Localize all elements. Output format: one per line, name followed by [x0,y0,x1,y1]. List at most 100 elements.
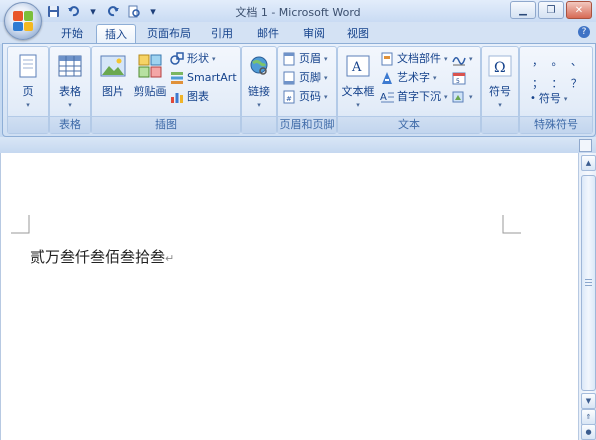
group-text-label: 文本 [338,116,480,133]
symbol-comma[interactable]: ， [528,53,547,69]
tab-references[interactable]: 引用 [204,24,240,43]
special-symbol-button[interactable]: • 符号 ▾ [530,91,567,107]
chevron-down-icon: ▾ [324,93,328,101]
wordart-icon [380,71,394,85]
vertical-scrollbar[interactable]: ▲ ▼ ⇑ ● [578,153,596,440]
wordart-button[interactable]: 艺术字 ▾ [380,70,437,86]
document-text-content: 贰万叁仟叁佰叁拾叁 [30,248,166,266]
table-button[interactable]: 表格 ▾ [51,51,89,113]
pages-button[interactable]: 页 ▾ [9,51,47,113]
signature-line-button[interactable]: ▾ [452,51,473,67]
shapes-label: 形状 [187,52,209,65]
chevron-down-icon: ▾ [563,95,568,103]
page-number-button[interactable]: # 页码 ▾ [282,89,328,105]
symbol-button[interactable]: Ω 符号 ▾ [481,51,519,113]
page-number-icon: # [282,90,296,104]
symbol-semicolon[interactable]: ； [528,75,547,91]
chevron-down-icon: ▾ [26,101,30,109]
minimize-icon[interactable]: ▁ [510,1,536,19]
tab-insert[interactable]: 插入 [96,24,136,45]
chevron-down-icon: ▾ [444,93,448,101]
group-tables: 表格 ▾ 表格 [49,46,91,134]
chart-icon [170,90,184,104]
shapes-button[interactable]: 形状 ▾ [170,51,216,67]
svg-text:#: # [286,95,292,103]
select-browse-object-icon[interactable]: ● [581,424,596,440]
group-header-footer-label: 页眉和页脚 [278,116,336,133]
office-button[interactable] [4,2,42,40]
ribbon: 页 ▾ 表格 ▾ 表格 图片 剪贴画 形状 ▾ SmartArt 图表 插图 链… [2,43,596,137]
previous-page-icon[interactable]: ⇑ [581,409,596,425]
scroll-down-icon[interactable]: ▼ [581,393,596,409]
signature-line-icon [452,52,466,66]
svg-text:A: A [351,60,362,75]
dropcap-button[interactable]: A 首字下沉 ▾ [380,89,448,105]
view-ruler-icon[interactable] [579,139,592,152]
pages-label: 页 [22,85,34,98]
page-icon [14,53,42,79]
textbox-icon: A [344,53,372,79]
quick-parts-button[interactable]: 文档部件 ▾ [380,51,448,67]
links-label: 链接 [248,85,270,98]
table-icon [56,53,84,79]
smartart-label: SmartArt [187,71,237,84]
close-icon[interactable]: ✕ [566,1,592,19]
chevron-down-icon: ▾ [257,101,261,109]
insert-object-icon [452,90,466,104]
group-links-label [242,116,276,133]
footer-icon [282,71,296,85]
date-time-button[interactable]: 5 [452,70,466,86]
symbol-period[interactable]: 。 [547,53,566,69]
tab-home[interactable]: 开始 [54,24,90,43]
tab-view[interactable]: 视图 [340,24,376,43]
group-symbols: Ω 符号 ▾ [481,46,519,134]
document-text[interactable]: 贰万叁仟叁佰叁拾叁↵ [30,246,174,267]
window-controls: ▁ ❐ ✕ [510,1,592,19]
textbox-label: 文本框 [341,85,375,98]
svg-text:A: A [380,92,387,103]
group-illustrations-label: 插图 [92,116,240,133]
footer-label: 页脚 [299,71,321,84]
header-icon [282,52,296,66]
tab-page-layout[interactable]: 页面布局 [140,24,198,43]
symbol-label: 符号 [489,85,511,98]
header-label: 页眉 [299,52,321,65]
help-icon[interactable]: ? [578,26,590,38]
smartart-icon [170,71,184,85]
header-button[interactable]: 页眉 ▾ [282,51,328,67]
group-links: 链接 ▾ [241,46,277,134]
quick-parts-icon [380,52,394,66]
ribbon-tabs: 开始 插入 页面布局 引用 邮件 审阅 视图 [0,22,596,45]
footer-button[interactable]: 页脚 ▾ [282,70,328,86]
margin-corner-top-left-icon [11,215,30,234]
title-bar: ▾ ▾ 文档 1 - Microsoft Word ▁ ❐ ✕ [0,0,596,23]
restore-icon[interactable]: ❐ [538,1,564,19]
symbol-colon[interactable]: ： [547,75,566,91]
scroll-up-icon[interactable]: ▲ [581,155,596,171]
scroll-thumb[interactable] [581,175,596,391]
group-text: A 文本框 ▾ 文档部件 ▾ 艺术字 ▾ A 首字下沉 ▾ ▾ 5 ▾ 文本 [337,46,481,134]
chevron-down-icon: ▾ [433,74,437,82]
link-globe-icon [245,53,273,79]
wordart-label: 艺术字 [397,71,430,84]
svg-text:Ω: Ω [494,60,506,76]
shapes-icon [170,52,184,66]
tab-review[interactable]: 审阅 [296,24,332,43]
paragraph-mark-icon: ↵ [165,252,175,265]
svg-text:5: 5 [456,78,460,85]
document-page[interactable] [0,153,579,440]
symbol-enum-comma[interactable]: 、 [567,53,586,69]
clipart-button[interactable]: 剪贴画 [132,51,168,113]
smartart-button[interactable]: SmartArt [170,70,237,86]
textbox-button[interactable]: A 文本框 ▾ [340,51,376,113]
group-symbols-label [482,116,518,133]
links-button[interactable]: 链接 ▾ [240,51,278,113]
table-label: 表格 [59,85,81,98]
tab-mailings[interactable]: 邮件 [250,24,286,43]
symbol-question[interactable]: ？ [567,75,586,91]
chart-button[interactable]: 图表 [170,89,209,105]
picture-label: 图片 [102,85,124,98]
window-title: 文档 1 - Microsoft Word [235,6,361,19]
insert-object-button[interactable]: ▾ [452,89,473,105]
picture-button[interactable]: 图片 [94,51,132,113]
